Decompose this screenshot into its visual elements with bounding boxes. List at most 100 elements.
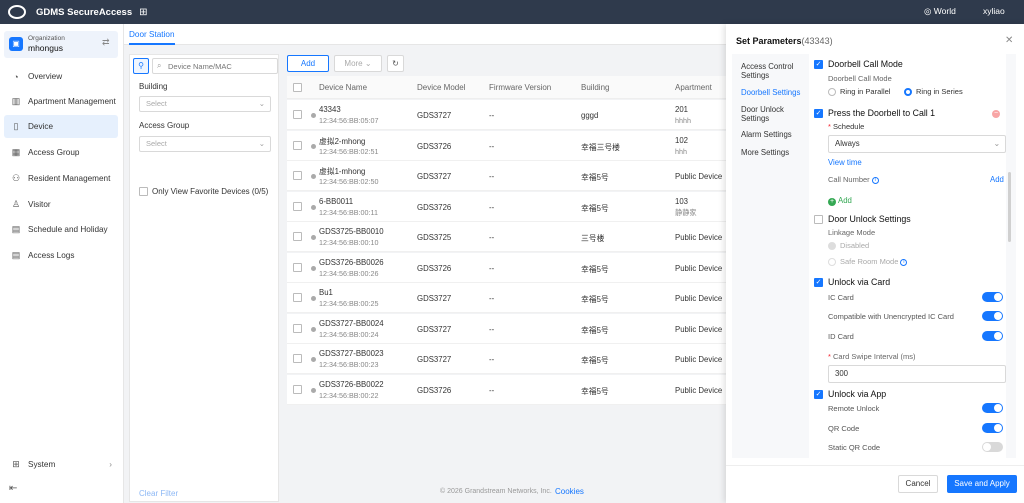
device-name[interactable]: GDS3727-BB0024 <box>319 319 384 328</box>
logs-icon: ▤ <box>11 250 21 260</box>
cancel-button[interactable]: Cancel <box>898 475 938 493</box>
row-checkbox[interactable] <box>293 384 302 394</box>
cell-model: GDS3727 <box>417 355 452 364</box>
organization-switcher[interactable]: ▣ Organization mhongus ⇄ <box>4 31 118 58</box>
unlock-via-app-checkbox[interactable]: ✓ <box>814 390 823 399</box>
device-name[interactable]: 43343 <box>319 105 341 114</box>
disabled-radio[interactable] <box>828 242 836 250</box>
filter-icon[interactable]: ⚲ <box>133 58 149 74</box>
unencrypted-ic-card-toggle[interactable] <box>982 311 1003 321</box>
device-name[interactable]: 虚拟2-mhong <box>319 136 365 147</box>
press-doorbell-title: Press the Doorbell to Call 1 <box>828 108 936 118</box>
press-doorbell-checkbox[interactable]: ✓ <box>814 109 823 118</box>
device-name[interactable]: 6-BB0011 <box>319 197 353 206</box>
refresh-icon[interactable]: ↻ <box>387 55 404 72</box>
access-group-select[interactable]: Select ⌄ <box>139 136 271 152</box>
user-menu[interactable]: xyliao <box>983 6 1005 16</box>
table-row[interactable]: 6-BB0011 12:34:56:BB:00:11 GDS3726 -- 幸福5号 10… <box>287 191 730 222</box>
collapse-sidebar-icon[interactable]: ⇤ <box>9 483 17 494</box>
cell-building: 幸福5号 <box>581 356 609 365</box>
device-name[interactable]: GDS3725-BB0010 <box>319 227 384 236</box>
ring-in-parallel-radio[interactable] <box>828 88 836 96</box>
row-checkbox[interactable] <box>293 201 302 211</box>
row-checkbox[interactable] <box>293 262 302 272</box>
doorbell-call-mode-checkbox[interactable]: ✓ <box>814 60 823 69</box>
select-all-checkbox[interactable] <box>293 83 302 92</box>
sidebar-item-visitor[interactable]: ♙ Visitor <box>4 193 118 216</box>
cell-apartment-sub: hhhh <box>675 116 691 125</box>
row-checkbox[interactable] <box>293 232 302 241</box>
table-row[interactable]: 43343 12:34:56:BB:05:07 GDS3727 -- gggd 201 hh… <box>287 100 730 130</box>
id-card-toggle[interactable] <box>982 331 1003 341</box>
row-checkbox[interactable] <box>293 171 302 180</box>
save-and-apply-button[interactable]: Save and Apply <box>947 475 1017 493</box>
add-button[interactable]: Add <box>287 55 329 72</box>
app-grid-icon[interactable]: ⊞ <box>139 7 147 18</box>
favorite-checkbox[interactable] <box>139 187 148 196</box>
table-row[interactable]: Bu1 12:34:56:BB:00:25 GDS3727 -- 幸福5号 Public … <box>287 283 730 313</box>
cell-apartment-sub: hhh <box>675 146 687 156</box>
sidebar-item-access-group[interactable]: ▦ Access Group <box>4 141 118 164</box>
ic-card-toggle[interactable] <box>982 292 1003 302</box>
sidebar-item-schedule-and-holiday[interactable]: ▤ Schedule and Holiday <box>4 218 118 241</box>
row-checkbox[interactable] <box>293 110 302 119</box>
nav-door-unlock-settings[interactable]: Door Unlock Settings <box>741 105 805 123</box>
add-call-button[interactable]: + Add <box>828 196 852 206</box>
row-checkbox[interactable] <box>293 354 302 363</box>
device-name[interactable]: 虚拟1-mhong <box>319 166 365 177</box>
sidebar-item-apartment-management[interactable]: ▥ Apartment Management <box>4 90 118 113</box>
unlock-via-card-checkbox[interactable]: ✓ <box>814 278 823 287</box>
table-row[interactable]: GDS3725-BB0010 12:34:56:BB:00:10 GDS3725 --… <box>287 222 730 252</box>
nav-doorbell-settings[interactable]: Doorbell Settings <box>741 88 805 97</box>
sidebar-item-overview[interactable]: ◔ Overview <box>4 65 118 88</box>
remove-icon[interactable]: − <box>992 110 1000 118</box>
schedule-select[interactable]: Always ⌄ <box>828 135 1006 153</box>
device-name[interactable]: GDS3727-BB0023 <box>319 349 384 358</box>
cell-building: 幸福5号 <box>581 173 609 182</box>
sidebar-item-device[interactable]: ▯ Device <box>4 115 118 138</box>
row-checkbox[interactable] <box>293 140 302 150</box>
safe-room-mode-radio[interactable] <box>828 258 836 266</box>
sidebar-item-access-logs[interactable]: ▤ Access Logs <box>4 244 118 267</box>
cell-firmware: -- <box>489 141 495 151</box>
row-checkbox[interactable] <box>293 323 302 333</box>
device-name[interactable]: GDS3726-BB0022 <box>319 380 384 389</box>
more-button[interactable]: More ⌄ <box>334 55 382 72</box>
table-row[interactable]: GDS3727-BB0024 12:34:56:BB:00:24 GDS3727 --… <box>287 313 730 344</box>
remote-unlock-toggle[interactable] <box>982 403 1003 413</box>
table-header: Device Name Device Model Firmware Versio… <box>287 76 730 99</box>
close-icon[interactable]: ✕ <box>1005 35 1013 46</box>
nav-access-control-settings[interactable]: Access Control Settings <box>741 62 805 80</box>
filter-panel: ⚲ ⌕ Building Select ⌄ Access Group Selec… <box>129 54 279 502</box>
row-checkbox[interactable] <box>293 293 302 302</box>
sidebar-item-resident-management[interactable]: ⚇ Resident Management <box>4 167 118 190</box>
add-call-number-link[interactable]: Add <box>990 175 1004 184</box>
view-time-link[interactable]: View time <box>828 158 862 167</box>
switch-icon[interactable]: ⇄ <box>102 37 110 48</box>
tab-door-station[interactable]: Door Station <box>129 30 175 39</box>
cookies-link[interactable]: Cookies <box>555 487 584 496</box>
door-unlock-settings-checkbox[interactable] <box>814 215 823 224</box>
table-row[interactable]: GDS3727-BB0023 12:34:56:BB:00:23 GDS3727 --… <box>287 344 730 374</box>
qr-code-toggle[interactable] <box>982 423 1003 433</box>
table-row[interactable]: GDS3726-BB0022 12:34:56:BB:00:22 GDS3726 --… <box>287 374 730 405</box>
status-dot-icon <box>311 174 316 179</box>
card-swipe-interval-input[interactable]: 300 <box>828 365 1006 383</box>
nav-alarm-settings[interactable]: Alarm Settings <box>741 130 805 139</box>
clear-filter-button[interactable]: Clear Filter <box>139 489 178 498</box>
table-row[interactable]: GDS3726-BB0026 12:34:56:BB:00:26 GDS3726 --… <box>287 252 730 283</box>
ring-in-series-radio[interactable] <box>904 88 912 96</box>
device-name[interactable]: GDS3726-BB0026 <box>319 258 384 267</box>
region-selector[interactable]: ◎ World <box>924 6 956 17</box>
building-select[interactable]: Select ⌄ <box>139 96 271 112</box>
search-input[interactable] <box>168 60 273 72</box>
table-row[interactable]: 虚拟1-mhong 12:34:56:BB:02:50 GDS3727 -- 幸福5号 P… <box>287 161 730 191</box>
favorite-filter[interactable]: Only View Favorite Devices (0/5) <box>139 187 268 196</box>
static-qr-code-toggle[interactable] <box>982 442 1003 452</box>
table-row[interactable]: 虚拟2-mhong 12:34:56:BB:02:51 GDS3726 -- 幸福三号楼… <box>287 130 730 161</box>
sidebar-item-system[interactable]: ⊞ System › <box>4 453 118 476</box>
nav-more-settings[interactable]: More Settings <box>741 148 805 157</box>
scrollbar[interactable] <box>1008 172 1011 242</box>
settings-panel: ✓ Doorbell Call Mode Doorbell Call Mode … <box>809 54 1006 458</box>
device-name[interactable]: Bu1 <box>319 288 333 297</box>
